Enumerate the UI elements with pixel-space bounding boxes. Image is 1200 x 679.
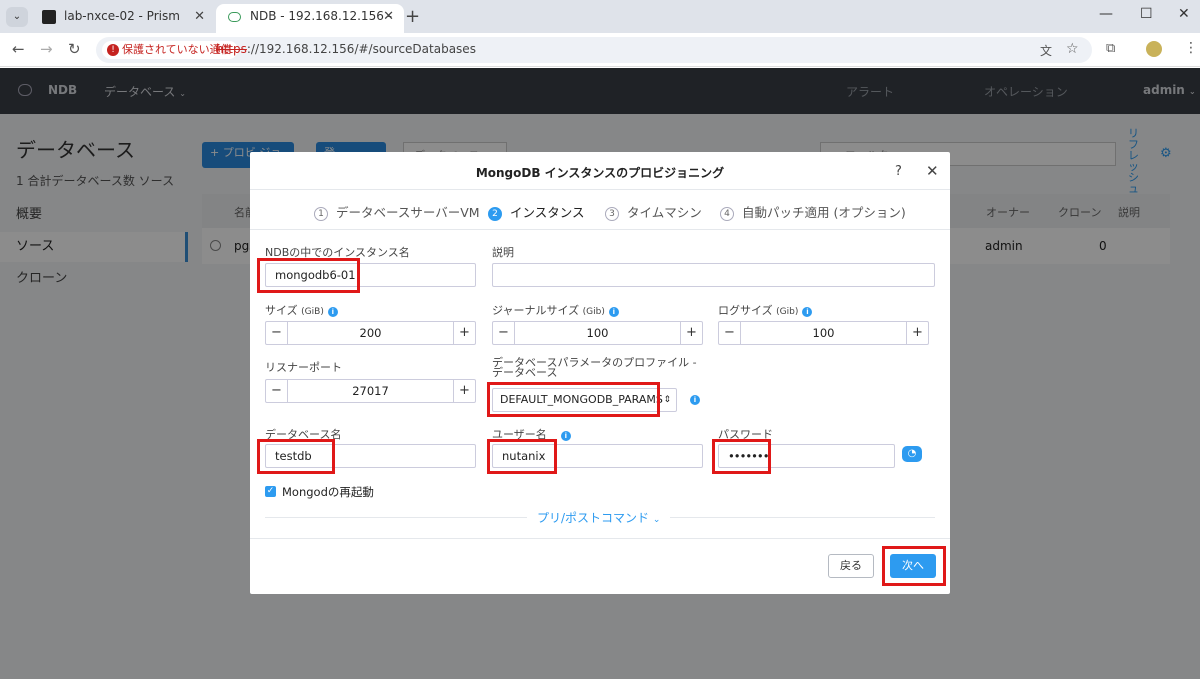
journal-size-stepper[interactable]: − 100 +: [492, 321, 703, 345]
back-button[interactable]: 戻る: [828, 554, 874, 578]
bookmark-star-icon[interactable]: ☆: [1066, 41, 1079, 57]
minimize-icon[interactable]: —: [1099, 6, 1113, 22]
omnibox[interactable]: ! 保護されていない通信 https://192.168.12.156/#/so…: [96, 37, 1092, 63]
restart-label[interactable]: Mongodの再起動: [282, 484, 374, 500]
browser-tab-bar: ⌄ lab-nxce-02 - Prism Element ✕ NDB - 19…: [0, 0, 1200, 48]
provision-modal: MongoDB インスタンスのプロビジョニング ? ✕ 1 データベースサーバーV…: [250, 152, 950, 594]
size-label: サイズ (GiB) i: [265, 302, 338, 318]
step-number: 3: [605, 207, 619, 221]
info-icon[interactable]: i: [802, 307, 813, 317]
divider: [250, 538, 950, 539]
step-label: インスタンス: [510, 205, 585, 220]
browser-tab-prism[interactable]: lab-nxce-02 - Prism Element ✕: [30, 4, 215, 48]
listener-port-value[interactable]: 27017: [288, 380, 453, 402]
pre-post-commands-toggle[interactable]: プリ/ポストコマンド ⌄: [527, 509, 671, 526]
highlight-username: [487, 439, 557, 474]
info-icon[interactable]: i: [690, 395, 700, 405]
highlight-instance-name: [257, 258, 360, 293]
log-size-label: ログサイズ (Gib) i: [718, 302, 813, 318]
step-instance[interactable]: 2 インスタンス: [488, 202, 585, 221]
url-path: ://192.168.12.156/#/sourceDatabases: [246, 42, 476, 56]
close-tab-icon[interactable]: ✕: [194, 4, 205, 29]
log-label-text: ログサイズ: [718, 304, 773, 317]
log-size-stepper[interactable]: − 100 +: [718, 321, 929, 345]
decrement-button[interactable]: −: [719, 322, 741, 344]
decrement-button[interactable]: −: [266, 322, 288, 344]
size-unit: (GiB): [301, 307, 324, 317]
new-tab-icon[interactable]: +: [405, 6, 420, 27]
extensions-icon[interactable]: ⧉: [1106, 41, 1115, 56]
browser-menu-icon[interactable]: ⋮: [1184, 40, 1198, 56]
tab-search-button[interactable]: ⌄: [6, 7, 28, 27]
description-input[interactable]: [492, 263, 935, 287]
highlight-param-profile: [487, 382, 660, 417]
log-size-value[interactable]: 100: [741, 322, 906, 344]
divider: [250, 229, 950, 230]
size-value[interactable]: 200: [288, 322, 453, 344]
back-arrow-icon[interactable]: ←: [12, 40, 25, 58]
info-icon[interactable]: i: [560, 431, 571, 441]
decrement-button[interactable]: −: [493, 322, 515, 344]
highlight-password: [712, 439, 771, 474]
step-number: 1: [314, 207, 328, 221]
step-label: 自動パッチ適用 (オプション): [742, 205, 906, 220]
journal-size-label: ジャーナルサイズ (Gib) i: [492, 302, 619, 318]
step-number: 4: [720, 207, 734, 221]
close-tab-icon[interactable]: ✕: [383, 4, 394, 29]
maximize-icon[interactable]: ☐: [1140, 6, 1153, 22]
size-label-text: サイズ: [265, 304, 298, 317]
increment-button[interactable]: +: [906, 322, 928, 344]
url-text[interactable]: https://192.168.12.156/#/sourceDatabases: [216, 42, 476, 56]
listener-port-stepper[interactable]: − 27017 +: [265, 379, 476, 403]
profile-avatar[interactable]: [1146, 41, 1162, 57]
divider: [250, 189, 950, 190]
window-close-icon[interactable]: ✕: [1178, 6, 1190, 22]
step-label: タイムマシン: [627, 205, 702, 220]
increment-button[interactable]: +: [680, 322, 702, 344]
size-stepper[interactable]: − 200 +: [265, 321, 476, 345]
database-favicon-icon: [228, 12, 241, 22]
close-icon[interactable]: ✕: [926, 162, 939, 180]
warning-icon: !: [107, 44, 119, 56]
step-label: データベースサーバーVM: [336, 205, 480, 220]
reload-icon[interactable]: ↻: [68, 40, 81, 58]
step-auto-patch[interactable]: 4 自動パッチ適用 (オプション): [720, 202, 906, 221]
url-scheme: https: [216, 42, 247, 56]
decrement-button[interactable]: −: [266, 380, 288, 402]
highlight-next-button: [882, 546, 946, 586]
step-number: 2: [488, 207, 502, 221]
info-icon[interactable]: i: [327, 307, 338, 317]
description-label: 説明: [492, 246, 514, 259]
listener-port-label: リスナーポート: [265, 361, 342, 374]
step-time-machine[interactable]: 3 タイムマシン: [605, 202, 702, 221]
select-arrows-icon: ⇕: [663, 395, 671, 405]
prism-favicon-icon: [42, 10, 56, 24]
journal-label-text: ジャーナルサイズ: [492, 304, 580, 317]
address-bar-row: ← → ↻ ! 保護されていない通信 https://192.168.12.15…: [0, 33, 1200, 67]
increment-button[interactable]: +: [453, 322, 475, 344]
forward-arrow-icon[interactable]: →: [40, 40, 53, 58]
modal-title: MongoDB インスタンスのプロビジョニング: [475, 166, 725, 180]
chevron-down-icon: ⌄: [652, 515, 661, 525]
translate-icon[interactable]: 文: [1040, 42, 1052, 59]
highlight-database-name: [257, 439, 335, 474]
restart-checkbox[interactable]: ✓: [265, 486, 276, 497]
param-profile-label: データベースパラメータのプロファイル - データベース: [492, 356, 697, 379]
increment-button[interactable]: +: [453, 380, 475, 402]
info-icon[interactable]: i: [608, 307, 619, 317]
log-unit: (Gib): [776, 307, 799, 317]
pre-post-label: プリ/ポストコマンド: [537, 511, 650, 525]
show-password-icon[interactable]: ◔: [902, 446, 922, 462]
browser-tab-ndb[interactable]: NDB - 192.168.12.156 - データベー ✕: [216, 4, 404, 48]
journal-unit: (Gib): [582, 307, 605, 317]
help-icon[interactable]: ?: [895, 164, 902, 179]
step-db-server-vm[interactable]: 1 データベースサーバーVM: [314, 202, 480, 221]
journal-size-value[interactable]: 100: [515, 322, 680, 344]
